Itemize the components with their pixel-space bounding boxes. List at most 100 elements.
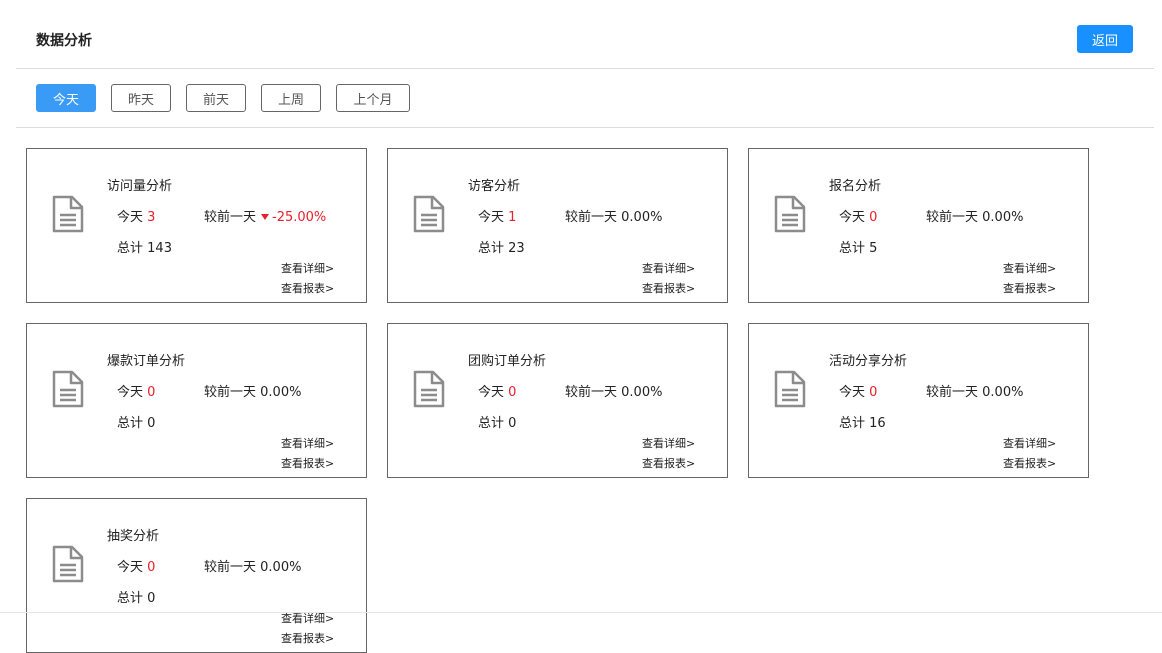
total-label: 总计: [839, 241, 866, 256]
total-value: 5: [869, 241, 878, 256]
view-detail-link[interactable]: 查看详细>: [281, 260, 334, 276]
card-title: 团购订单分析: [468, 354, 547, 369]
day-over-day: 较前一天 -25.00%: [204, 206, 326, 225]
view-detail-link[interactable]: 查看详细>: [1003, 260, 1056, 276]
today-count: 今天 0: [839, 381, 877, 400]
change-value: 0.00%: [982, 210, 1024, 225]
analysis-card: 活动分享分析 今天 0 较前一天 0.00% 总计 16 查看详细> 查看报表>: [748, 323, 1089, 478]
back-button[interactable]: 返回: [1077, 25, 1133, 53]
today-label: 今天: [839, 210, 866, 225]
change-value: 0.00%: [260, 385, 302, 400]
filter-last-month-button[interactable]: 上个月: [336, 84, 410, 112]
compare-label: 较前一天: [926, 385, 979, 400]
total-value: 0: [508, 416, 517, 431]
total-count: 总计 143: [117, 237, 172, 256]
today-value: 1: [508, 210, 517, 225]
card-title: 访客分析: [468, 179, 521, 194]
today-count: 今天 0: [478, 381, 516, 400]
today-value: 0: [869, 210, 878, 225]
today-count: 今天 3: [117, 206, 155, 225]
document-icon: [413, 195, 445, 233]
card-title: 活动分享分析: [829, 354, 908, 369]
document-icon: [52, 370, 84, 408]
today-count: 今天 0: [117, 556, 155, 575]
bottom-divider: [0, 612, 1162, 613]
total-count: 总计 0: [478, 412, 516, 431]
total-value: 143: [147, 241, 172, 256]
today-label: 今天: [117, 210, 144, 225]
view-detail-link[interactable]: 查看详细>: [642, 260, 695, 276]
today-count: 今天 0: [117, 381, 155, 400]
document-icon: [52, 195, 84, 233]
analysis-card: 访问量分析 今天 3 较前一天 -25.00% 总计 143 查看详细> 查看报表…: [26, 148, 367, 303]
view-report-link[interactable]: 查看报表>: [1003, 455, 1056, 471]
analysis-card: 爆款订单分析 今天 0 较前一天 0.00% 总计 0 查看详细> 查看报表>: [26, 323, 367, 478]
filter-today-button[interactable]: 今天: [36, 84, 96, 112]
today-count: 今天 1: [478, 206, 516, 225]
today-count: 今天 0: [839, 206, 877, 225]
page-title: 数据分析: [36, 33, 92, 49]
view-detail-link[interactable]: 查看详细>: [281, 435, 334, 451]
change-value: -25.00%: [272, 210, 327, 225]
card-title: 爆款订单分析: [107, 354, 186, 369]
today-value: 0: [508, 385, 517, 400]
card-title: 报名分析: [829, 179, 882, 194]
view-detail-link[interactable]: 查看详细>: [642, 435, 695, 451]
compare-label: 较前一天: [565, 385, 618, 400]
change-value: 0.00%: [621, 385, 663, 400]
filter-day-before-button[interactable]: 前天: [186, 84, 246, 112]
day-over-day: 较前一天 0.00%: [204, 381, 301, 400]
view-report-link[interactable]: 查看报表>: [281, 630, 334, 646]
filter-last-week-button[interactable]: 上周: [261, 84, 321, 112]
date-filter-group: 今天 昨天 前天 上周 上个月: [36, 84, 425, 112]
compare-label: 较前一天: [565, 210, 618, 225]
today-value: 0: [147, 385, 156, 400]
view-detail-link[interactable]: 查看详细>: [1003, 435, 1056, 451]
view-report-link[interactable]: 查看报表>: [642, 280, 695, 296]
day-over-day: 较前一天 0.00%: [926, 381, 1023, 400]
total-label: 总计: [117, 416, 144, 431]
total-count: 总计 23: [478, 237, 525, 256]
compare-label: 较前一天: [204, 385, 257, 400]
change-value: 0.00%: [621, 210, 663, 225]
today-label: 今天: [839, 385, 866, 400]
total-value: 16: [869, 416, 886, 431]
compare-label: 较前一天: [204, 560, 257, 575]
view-report-link[interactable]: 查看报表>: [642, 455, 695, 471]
analysis-card: 团购订单分析 今天 0 较前一天 0.00% 总计 0 查看详细> 查看报表>: [387, 323, 728, 478]
total-label: 总计: [117, 591, 144, 606]
filter-divider: [16, 127, 1154, 128]
day-over-day: 较前一天 0.00%: [565, 381, 662, 400]
analysis-card: 访客分析 今天 1 较前一天 0.00% 总计 23 查看详细> 查看报表>: [387, 148, 728, 303]
document-icon: [774, 370, 806, 408]
filter-yesterday-button[interactable]: 昨天: [111, 84, 171, 112]
day-over-day: 较前一天 0.00%: [926, 206, 1023, 225]
document-icon: [413, 370, 445, 408]
total-value: 0: [147, 416, 156, 431]
card-title: 抽奖分析: [107, 529, 160, 544]
day-over-day: 较前一天 0.00%: [204, 556, 301, 575]
compare-label: 较前一天: [926, 210, 979, 225]
total-count: 总计 0: [117, 587, 155, 606]
today-label: 今天: [117, 560, 144, 575]
total-value: 0: [147, 591, 156, 606]
total-label: 总计: [117, 241, 144, 256]
total-value: 23: [508, 241, 525, 256]
header-divider: [16, 68, 1154, 69]
view-report-link[interactable]: 查看报表>: [281, 455, 334, 471]
total-label: 总计: [478, 241, 505, 256]
document-icon: [774, 195, 806, 233]
view-report-link[interactable]: 查看报表>: [281, 280, 334, 296]
today-value: 3: [147, 210, 156, 225]
compare-label: 较前一天: [204, 210, 257, 225]
today-value: 0: [147, 560, 156, 575]
total-label: 总计: [478, 416, 505, 431]
analysis-card: 抽奖分析 今天 0 较前一天 0.00% 总计 0 查看详细> 查看报表>: [26, 498, 367, 653]
today-label: 今天: [117, 385, 144, 400]
today-value: 0: [869, 385, 878, 400]
view-report-link[interactable]: 查看报表>: [1003, 280, 1056, 296]
card-title: 访问量分析: [107, 179, 173, 194]
total-count: 总计 5: [839, 237, 877, 256]
analysis-card: 报名分析 今天 0 较前一天 0.00% 总计 5 查看详细> 查看报表>: [748, 148, 1089, 303]
header-bar: 数据分析 返回: [0, 0, 1162, 69]
